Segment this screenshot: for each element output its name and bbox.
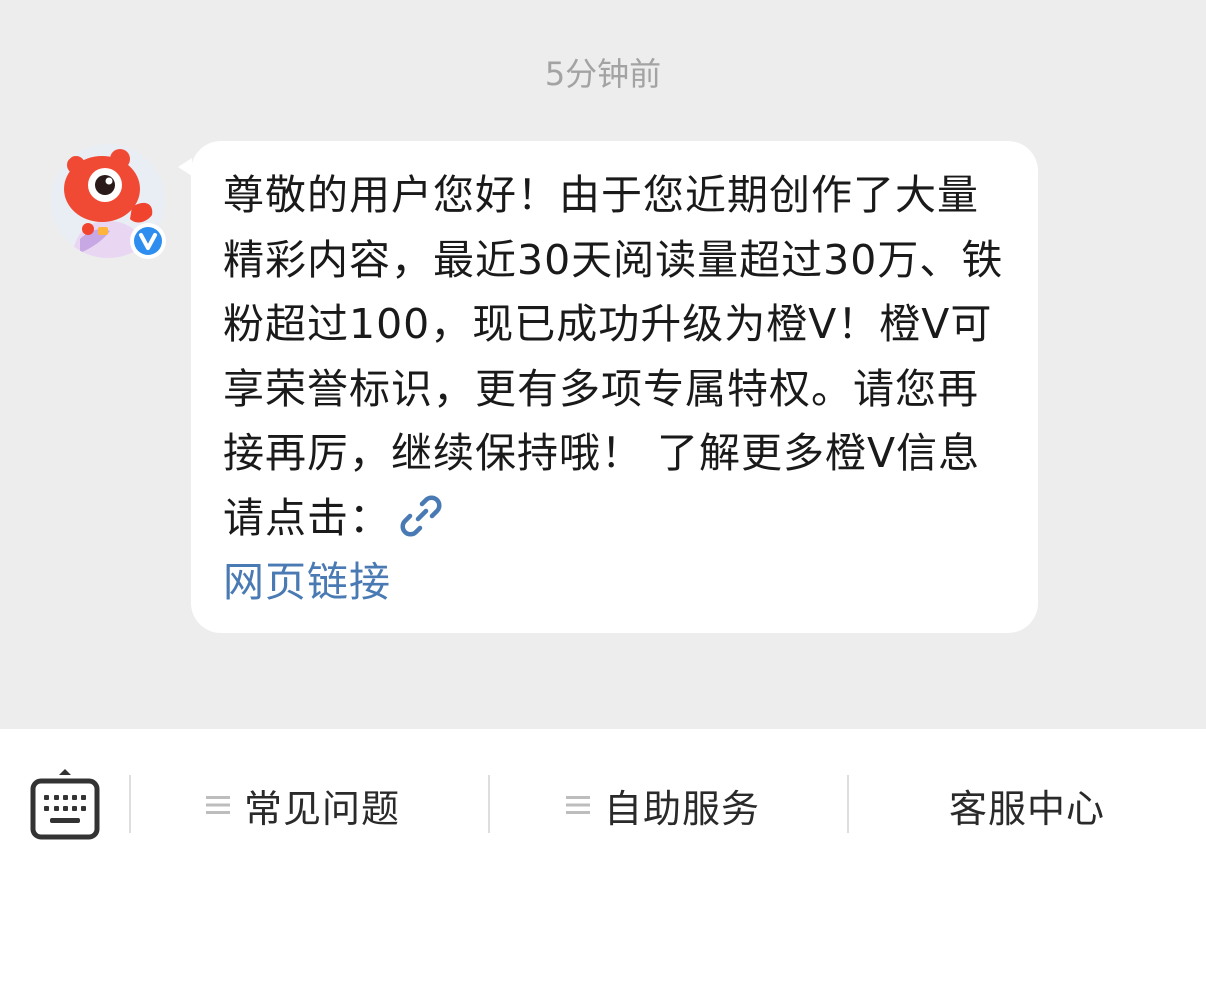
message-timestamp: 5分钟前	[544, 55, 662, 93]
message-body: 尊敬的用户您好！由于您近期创作了大量精彩内容，最近30天阅读量超过30万、铁粉超…	[223, 171, 1004, 542]
chat-area: 5分钟前 尊敬的用户您好！由于您近期创作了大量精彩内容，最近30天阅读量超过30…	[0, 0, 1206, 729]
menu-label-customer-service: 客服中心	[949, 786, 1106, 831]
menu-divider	[129, 775, 131, 833]
menu-button-customer-service[interactable]: 客服中心	[949, 777, 1105, 833]
bottom-menu-bar: 常见问题 自助服务 客服中心	[0, 729, 1206, 981]
menu-divider	[847, 775, 849, 833]
verified-v-badge-icon	[130, 223, 166, 259]
menu-label-self-service: 自助服务	[604, 786, 761, 831]
message-bubble: 尊敬的用户您好！由于您近期创作了大量精彩内容，最近30天阅读量超过30万、铁粉超…	[178, 141, 1038, 633]
menu-lines-icon	[566, 796, 590, 814]
web-link[interactable]: 网页链接	[223, 550, 1008, 614]
menu-label-faq: 常见问题	[244, 786, 401, 831]
menu-lines-icon	[206, 796, 230, 814]
bubble-tail	[178, 158, 192, 176]
menu-divider	[488, 775, 490, 833]
link-icon[interactable]	[399, 494, 443, 538]
keyboard-toggle-button[interactable]	[28, 767, 102, 843]
sender-avatar[interactable]	[50, 143, 166, 259]
menu-button-self-service[interactable]: 自助服务	[566, 777, 760, 833]
message-text: 尊敬的用户您好！由于您近期创作了大量精彩内容，最近30天阅读量超过30万、铁粉超…	[223, 163, 1008, 614]
menu-button-faq[interactable]: 常见问题	[206, 777, 400, 833]
keyboard-icon	[30, 769, 100, 840]
